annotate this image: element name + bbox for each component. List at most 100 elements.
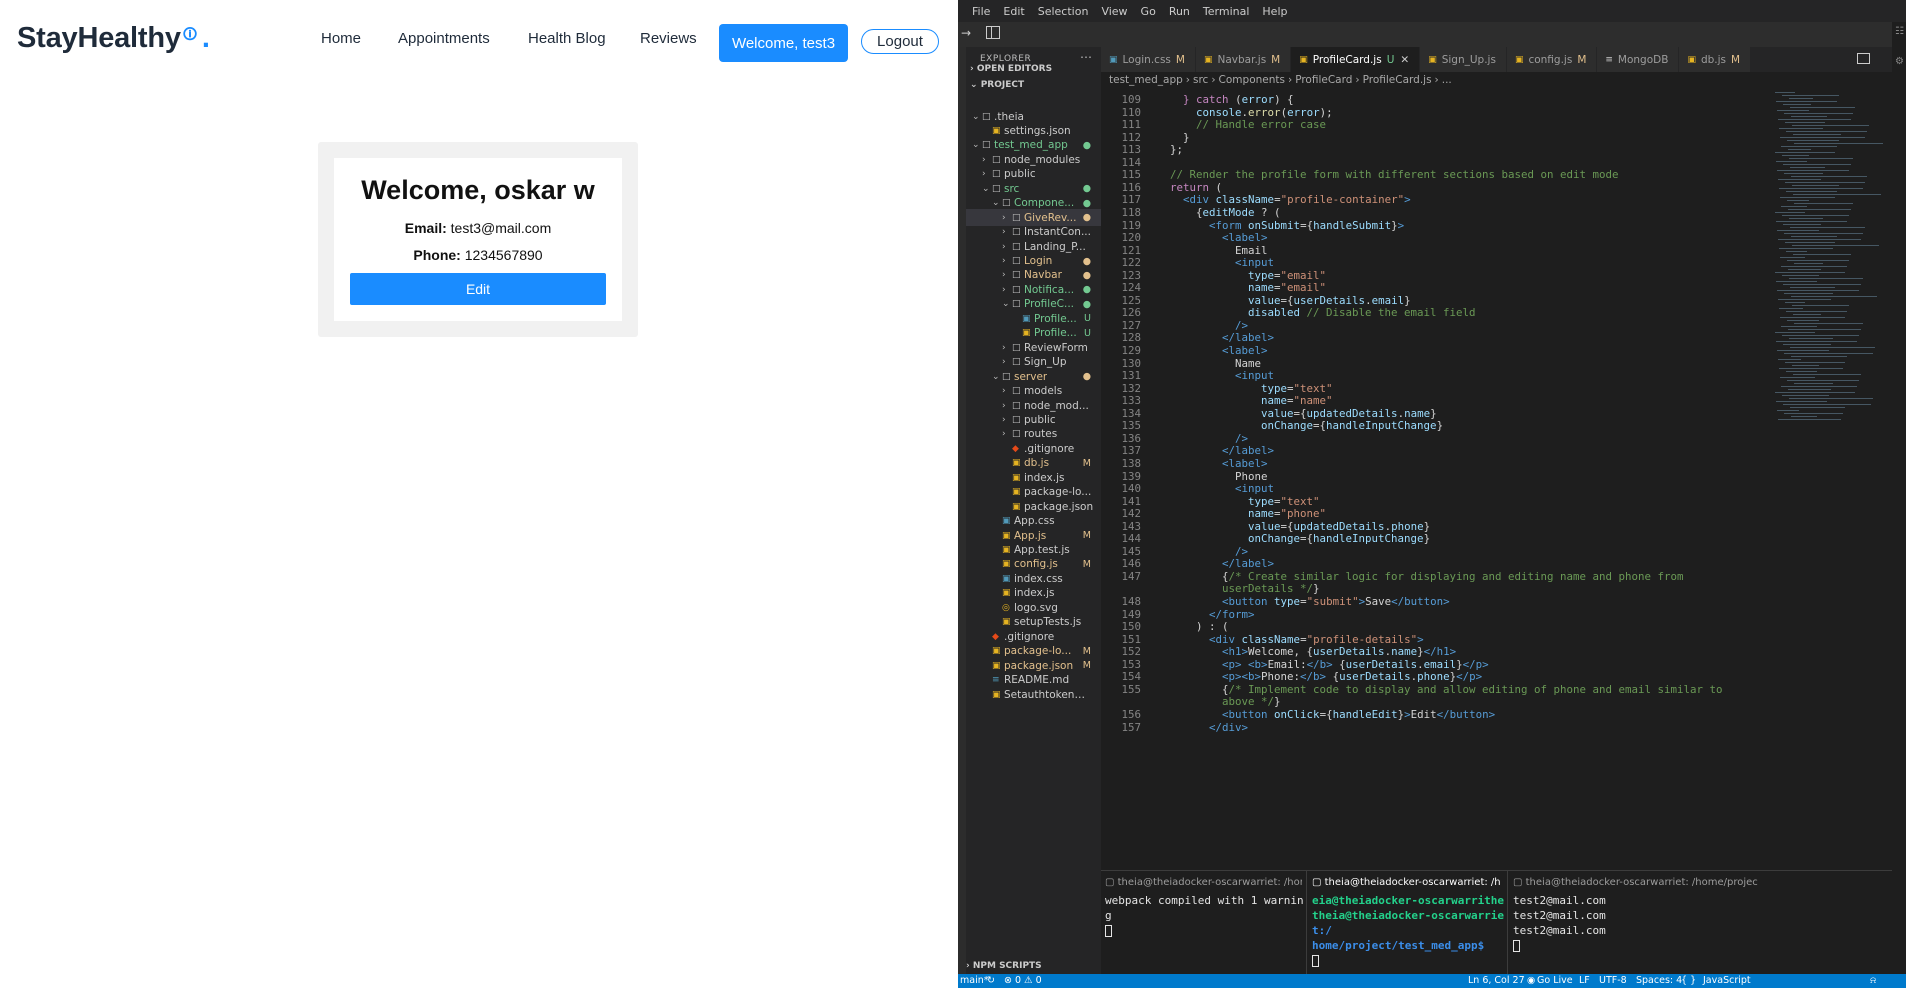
go-live-button[interactable]: Go Live [1537,975,1573,986]
menu-help[interactable]: Help [1262,5,1287,18]
folder-icon: □ [1012,270,1021,281]
cursor-position[interactable]: Ln 6, Col 27 [1468,975,1525,986]
minimap-line [1787,380,1859,381]
nav-appointments[interactable]: Appointments [398,30,490,54]
tab-navbar-js[interactable]: ▣ Navbar.js M [1195,47,1292,72]
settings-icon[interactable]: ⚙ [1895,56,1904,67]
close-icon[interactable]: ✕ [1400,54,1409,66]
terminal-output[interactable]: eia@theiadocker-oscarwarrithe theia@theia… [1312,893,1504,968]
terminal-tab[interactable]: ▢ theia@theiadocker-oscarwarriet: /h [1312,871,1503,893]
js-file-icon: ▣ [1002,588,1011,599]
minimap-line [1779,128,1823,129]
tab-mongodb[interactable]: ≡ MongoDB [1597,47,1680,72]
split-editor-icon[interactable] [1857,53,1870,64]
edit-button[interactable]: Edit [350,273,606,305]
minimap-line [1775,92,1795,93]
minimap-line [1787,140,1839,141]
code-editor[interactable]: 109 } catch (error) {110 console.error(e… [1101,92,1841,870]
language-mode[interactable]: JavaScript [1703,975,1751,986]
minimap-line [1789,158,1853,159]
menu-file[interactable]: File [972,5,990,18]
nav-reviews[interactable]: Reviews [640,30,697,54]
line-number: 157 [1121,720,1141,734]
tree-item-label: .gitignore [1004,630,1055,643]
js-file-icon: ▣ [1012,458,1021,469]
terminal-panel: ▢ theia@theiadocker-oscarwarriet: /hor we… [1101,870,1906,975]
database-icon: ≡ [1605,54,1613,65]
indent-spaces[interactable]: Spaces: 4 [1636,975,1682,986]
minimap-line [1785,242,1835,243]
minimap-line [1786,251,1807,252]
terminal-line: eia@theiadocker-oscarwarrithe [1312,894,1505,907]
account-icon[interactable]: ☷ [1895,26,1904,37]
breadcrumb-item[interactable]: Components [1219,74,1285,86]
js-file-icon: ▣ [1002,530,1011,541]
bell-icon[interactable]: ⍾ [1870,975,1876,986]
tree-file[interactable]: ▣ Setauthtoken.js [966,686,1101,703]
folder-icon: □ [1002,198,1011,209]
minimap[interactable] [1775,92,1885,432]
nav-health-blog[interactable]: Health Blog [528,30,606,54]
profile-email: Email: test3@mail.com [334,220,622,236]
js-file-icon: ▣ [1002,545,1011,555]
menu-go[interactable]: Go [1141,5,1156,18]
tab-sign-up-js[interactable]: ▣ Sign_Up.js [1420,47,1507,72]
menu-selection[interactable]: Selection [1038,5,1089,18]
breadcrumb-item[interactable]: ProfileCard.js [1363,74,1432,86]
minimap-line [1780,257,1805,258]
minimap-line [1780,137,1865,138]
logout-button[interactable]: Logout [861,29,939,54]
minimap-line [1788,209,1851,210]
nav-home[interactable]: Home [321,30,361,54]
terminal-output[interactable]: test2@mail.com test2@mail.com test2@mail.c… [1513,893,1606,953]
minimap-line [1781,206,1807,207]
tree-item-label: package-lo... [1024,486,1092,499]
menu-run[interactable]: Run [1169,5,1190,18]
menu-terminal[interactable]: Terminal [1203,5,1250,18]
terminal-output[interactable]: webpack compiled with 1 warnin g [1105,893,1304,938]
terminal-tab[interactable]: ▢ theia@theiadocker-oscarwarriet: /home/… [1513,871,1902,893]
encoding[interactable]: UTF-8 [1599,975,1627,986]
tab-profilecard-js[interactable]: ▣ ProfileCard.js U ✕ [1291,47,1421,72]
sync-icon[interactable]: ↻ [987,975,995,986]
editor-tabs: ▣ Login.css M ▣ Navbar.js M ▣ ProfileCard.js U ✕ ▣… [1101,47,1906,72]
minimap-line [1775,272,1845,273]
tab-login-css[interactable]: ▣ Login.css M [1101,47,1196,72]
welcome-user-button[interactable]: Welcome, test3 [719,24,848,62]
minimap-line [1793,194,1881,195]
terminal-line: test2@mail.com [1513,924,1606,937]
minimap-line [1783,164,1851,165]
tree-item-label: test_med_app [994,139,1068,152]
arrow-right-icon[interactable]: → [961,26,971,40]
breadcrumb-item[interactable]: ... [1442,74,1452,86]
minimap-line [1776,161,1807,162]
minimap-line [1789,98,1813,99]
menu-edit[interactable]: Edit [1003,5,1024,18]
tab-db-js[interactable]: ▣ db.js M [1679,47,1752,72]
breadcrumb-item[interactable]: src [1193,74,1208,86]
brand-logo[interactable]: StayHealthy 🛈 . [17,22,210,55]
more-actions-icon[interactable]: ⋯ [1080,50,1092,64]
minimap-line [1788,149,1811,150]
npm-scripts-section[interactable]: › NPM SCRIPTS [966,961,1042,971]
git-branch[interactable]: main* [960,975,989,986]
minimap-line [1779,368,1843,369]
chevron-right-icon: › [982,154,986,165]
open-editors-section[interactable]: › OPEN EDITORS [970,64,1052,74]
chevron-down-icon: ⌄ [972,111,980,122]
tab-config-js[interactable]: ▣ config.js M [1506,47,1598,72]
sidebar-toggle-icon[interactable] [986,26,1000,39]
project-section[interactable]: ⌄ PROJECT [970,80,1024,90]
terminal-tab[interactable]: ▢ theia@theiadocker-oscarwarriet: /hor [1105,871,1302,893]
terminal-title: theia@theiadocker-oscarwarriet: /home/pr… [1525,876,1758,888]
breadcrumb-item[interactable]: ProfileCard [1295,74,1352,86]
folder-icon: □ [1012,227,1021,238]
problems-count[interactable]: ⊗ 0 ⚠ 0 [1004,975,1042,986]
css-file-icon: ▣ [1002,573,1011,584]
menu-view[interactable]: View [1101,5,1127,18]
breadcrumb-item[interactable]: test_med_app [1109,74,1183,86]
folder-icon: □ [1012,414,1021,425]
git-status-badge: ● [1082,183,1091,195]
eol[interactable]: LF [1579,975,1590,986]
git-status-badge: ● [1082,298,1091,310]
